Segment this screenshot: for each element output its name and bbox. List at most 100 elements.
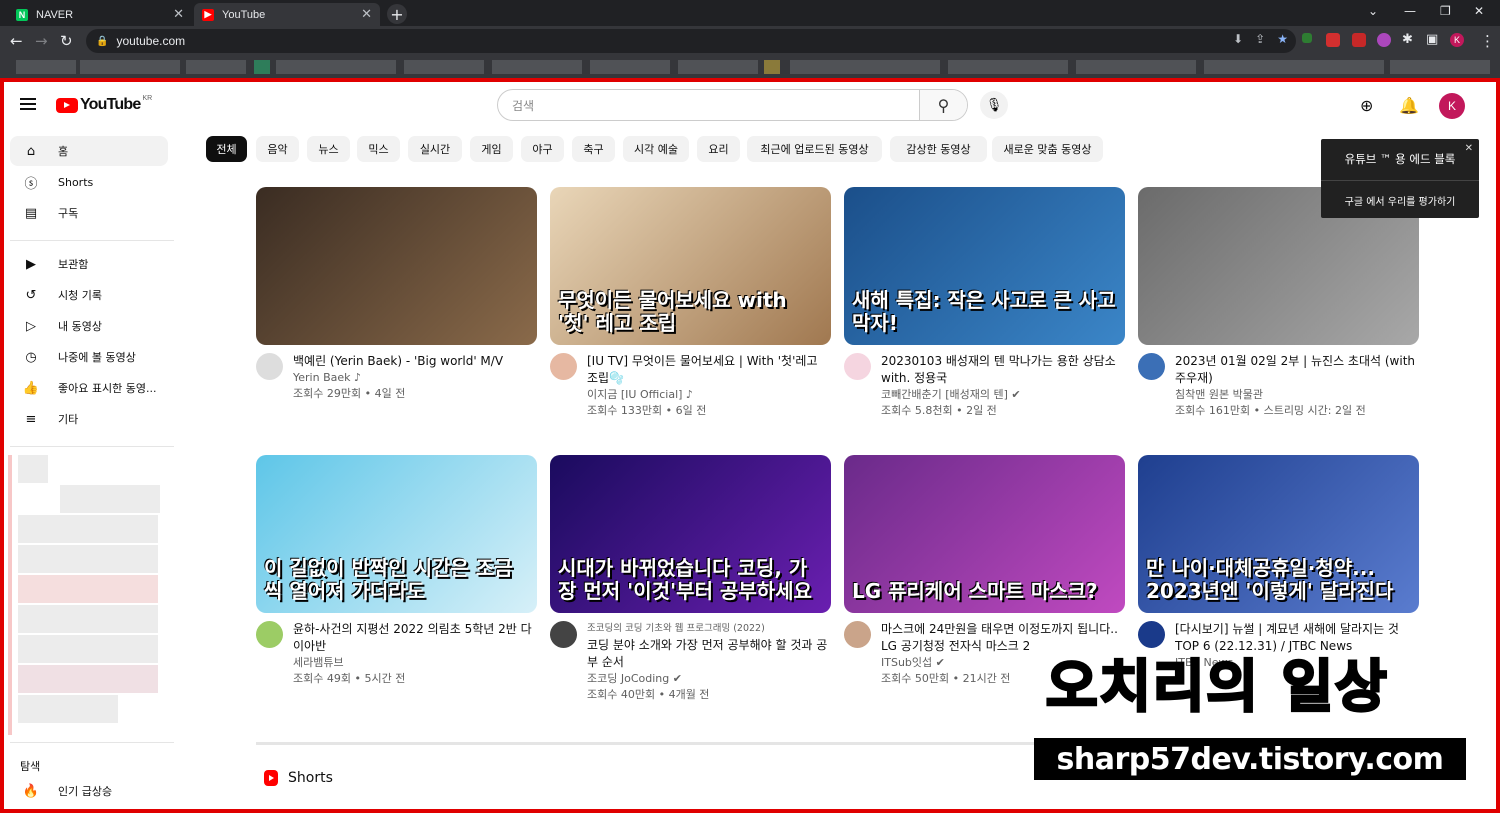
channel-name[interactable]: 코빼간배춘기 [배성재의 텐] ✔ (881, 387, 1125, 403)
channel-avatar[interactable] (256, 621, 283, 648)
video-title[interactable]: 백예린 (Yerin Baek) - 'Big world' M/V (293, 353, 537, 370)
video-card[interactable]: 백예린 (Yerin Baek) - 'Big world' M/V Yerin … (256, 187, 537, 402)
profile-avatar-icon[interactable]: K (1450, 33, 1464, 47)
bookmark-star-icon[interactable]: ★ (1277, 32, 1288, 46)
bookmark-item[interactable] (276, 60, 396, 74)
video-title[interactable]: 코딩 분야 소개와 가장 먼저 공부해야 할 것과 공부 순서 (587, 637, 831, 671)
share-icon[interactable]: ⇪ (1255, 32, 1265, 46)
search-button[interactable]: ⚲ (919, 90, 967, 120)
close-icon[interactable]: ✕ (1465, 143, 1473, 154)
sidebar-item-library[interactable]: ▶ 보관함 (10, 249, 168, 279)
sidebar-item-history[interactable]: ↺ 시청 기록 (10, 280, 168, 310)
sidebar-item-liked[interactable]: 👍 좋아요 표시한 동영... (10, 373, 168, 403)
bookmark-item[interactable] (790, 60, 940, 74)
channel-name[interactable]: 세라뱀튜브 (293, 655, 537, 671)
subscription-item[interactable] (18, 545, 158, 573)
video-thumbnail[interactable]: 새해 특집: 작은 사고로 큰 사고 막자! (844, 187, 1125, 345)
sidebar-item-my-videos[interactable]: ▷ 내 동영상 (10, 311, 168, 341)
create-video-icon[interactable]: ⊕ (1360, 96, 1373, 115)
chip[interactable]: 뉴스 (307, 136, 350, 162)
chip[interactable]: 축구 (572, 136, 615, 162)
chip[interactable]: 음악 (256, 136, 299, 162)
chip[interactable]: 믹스 (357, 136, 400, 162)
video-card[interactable]: 만 나이·대체공휴일·청약... 2023년엔 '이렇게' 달라진다 [다시보기]… (1138, 455, 1419, 671)
video-title[interactable]: [IU TV] 무엇이든 물어보세요 | With '첫'레고 조립🫧 (587, 353, 831, 387)
adblock-extension-icon[interactable] (1352, 33, 1366, 47)
sidebar-item-shorts[interactable]: ⓢ Shorts (10, 167, 168, 197)
extension-icon[interactable] (1326, 33, 1340, 47)
subscription-item[interactable] (18, 515, 158, 543)
maximize-icon[interactable]: ❐ (1440, 4, 1451, 18)
forward-icon[interactable]: → (35, 32, 48, 50)
tab-search-icon[interactable]: ⌄ (1368, 4, 1378, 18)
subscription-item[interactable] (18, 635, 158, 663)
subscription-item[interactable] (18, 665, 158, 693)
extensions-puzzle-icon[interactable]: ✱ (1402, 32, 1413, 47)
subscription-item[interactable] (18, 575, 158, 603)
extension-icon[interactable] (1377, 33, 1391, 47)
back-icon[interactable]: ← (10, 32, 23, 50)
subscription-item[interactable] (18, 695, 118, 723)
youtube-logo[interactable]: YouTube KR (56, 95, 152, 114)
subscription-item[interactable] (18, 605, 158, 633)
close-icon[interactable]: ✕ (361, 7, 372, 22)
bookmark-item[interactable] (404, 60, 484, 74)
bookmark-item[interactable] (1076, 60, 1196, 74)
chip[interactable]: 최근에 업로드된 동영상 (747, 136, 882, 162)
channel-avatar[interactable] (550, 353, 577, 380)
avatar[interactable]: K (1439, 93, 1465, 119)
chip[interactable]: 시각 예술 (623, 136, 689, 162)
video-thumbnail[interactable] (256, 187, 537, 345)
chip[interactable]: 야구 (521, 136, 564, 162)
video-thumbnail[interactable]: 이 길없이 반짝인 시간은 조금씩 열어져 가더라도 (256, 455, 537, 613)
close-window-icon[interactable]: ✕ (1474, 4, 1484, 18)
video-card[interactable]: 새해 특집: 작은 사고로 큰 사고 막자! 20230103 배성재의 텐 막나… (844, 187, 1125, 419)
search-input[interactable]: 검색 (498, 97, 919, 114)
video-title[interactable]: 2023년 01월 02일 2부 | 뉴진스 초대석 (with 주우재) (1175, 353, 1419, 387)
video-thumbnail[interactable]: 무엇이든 물어보세요 with '첫' 레고 조립 (550, 187, 831, 345)
subscription-item[interactable] (60, 485, 160, 513)
chip[interactable]: 새로운 맞춤 동영상 (992, 136, 1103, 162)
bookmark-item[interactable] (492, 60, 582, 74)
video-card[interactable]: 이 길없이 반짝인 시간은 조금씩 열어져 가더라도 윤하-사건의 지평선 202… (256, 455, 537, 687)
menu-dots-icon[interactable]: ⋮ (1480, 32, 1495, 50)
channel-avatar[interactable] (844, 621, 871, 648)
channel-name[interactable]: Yerin Baek ♪ (293, 370, 537, 386)
voice-search-button[interactable]: 🎙 (980, 91, 1008, 119)
video-card[interactable]: 2023년 01월 02일 2부 | 뉴진스 초대석 (with 주우재) 침착맨… (1138, 187, 1419, 419)
video-card[interactable]: 시대가 바뀌었습니다 코딩, 가장 먼저 '이것'부터 공부하세요 조코딩의 코딩… (550, 455, 831, 703)
bookmark-item[interactable] (948, 60, 1068, 74)
channel-name[interactable]: 침착맨 원본 박물관 (1175, 387, 1419, 403)
sidebar-item-watch-later[interactable]: ◷ 나중에 볼 동영상 (10, 342, 168, 372)
sidebar-item-subscriptions[interactable]: ▤ 구독 (10, 198, 168, 228)
channel-name[interactable]: 조코딩 JoCoding ✔ (587, 671, 831, 687)
chip[interactable]: 전체 (206, 136, 247, 162)
promo-rate-link[interactable]: 구글 에서 우리를 평가하기 (1321, 193, 1479, 208)
bookmark-item[interactable] (590, 60, 670, 74)
close-icon[interactable]: ✕ (173, 7, 184, 22)
extension-icon[interactable] (1302, 33, 1312, 43)
minimize-icon[interactable]: — (1404, 4, 1416, 18)
bookmark-item[interactable] (254, 60, 270, 74)
sidebar-item-trending[interactable]: 🔥 인기 급상승 (10, 776, 168, 806)
bookmark-item[interactable] (186, 60, 246, 74)
notifications-bell-icon[interactable]: 🔔 (1399, 96, 1419, 115)
bookmark-item[interactable] (16, 60, 76, 74)
subscription-item[interactable] (18, 455, 48, 483)
chip[interactable]: 게임 (470, 136, 513, 162)
playlist-label[interactable]: 조코딩의 코딩 기초와 웹 프로그래밍 (2022) (587, 621, 831, 637)
bookmark-item[interactable] (764, 60, 780, 74)
bookmark-item[interactable] (1204, 60, 1384, 74)
menu-icon[interactable] (20, 98, 36, 110)
channel-avatar[interactable] (1138, 353, 1165, 380)
video-title[interactable]: 20230103 배성재의 텐 막나가는 용한 상담소 with. 정용국 (881, 353, 1125, 387)
install-icon[interactable]: ⬇ (1233, 32, 1243, 46)
sidebar-item-home[interactable]: ⌂ 홈 (10, 136, 168, 166)
chip[interactable]: 실시간 (408, 136, 462, 162)
bookmark-item[interactable] (1390, 60, 1490, 74)
video-thumbnail[interactable]: 만 나이·대체공휴일·청약... 2023년엔 '이렇게' 달라진다 (1138, 455, 1419, 613)
video-thumbnail[interactable]: LG 퓨리케어 스마트 마스크? (844, 455, 1125, 613)
video-card[interactable]: 무엇이든 물어보세요 with '첫' 레고 조립 [IU TV] 무엇이든 물어… (550, 187, 831, 419)
chip[interactable]: 감상한 동영상 (890, 136, 987, 162)
chip[interactable]: 요리 (697, 136, 740, 162)
